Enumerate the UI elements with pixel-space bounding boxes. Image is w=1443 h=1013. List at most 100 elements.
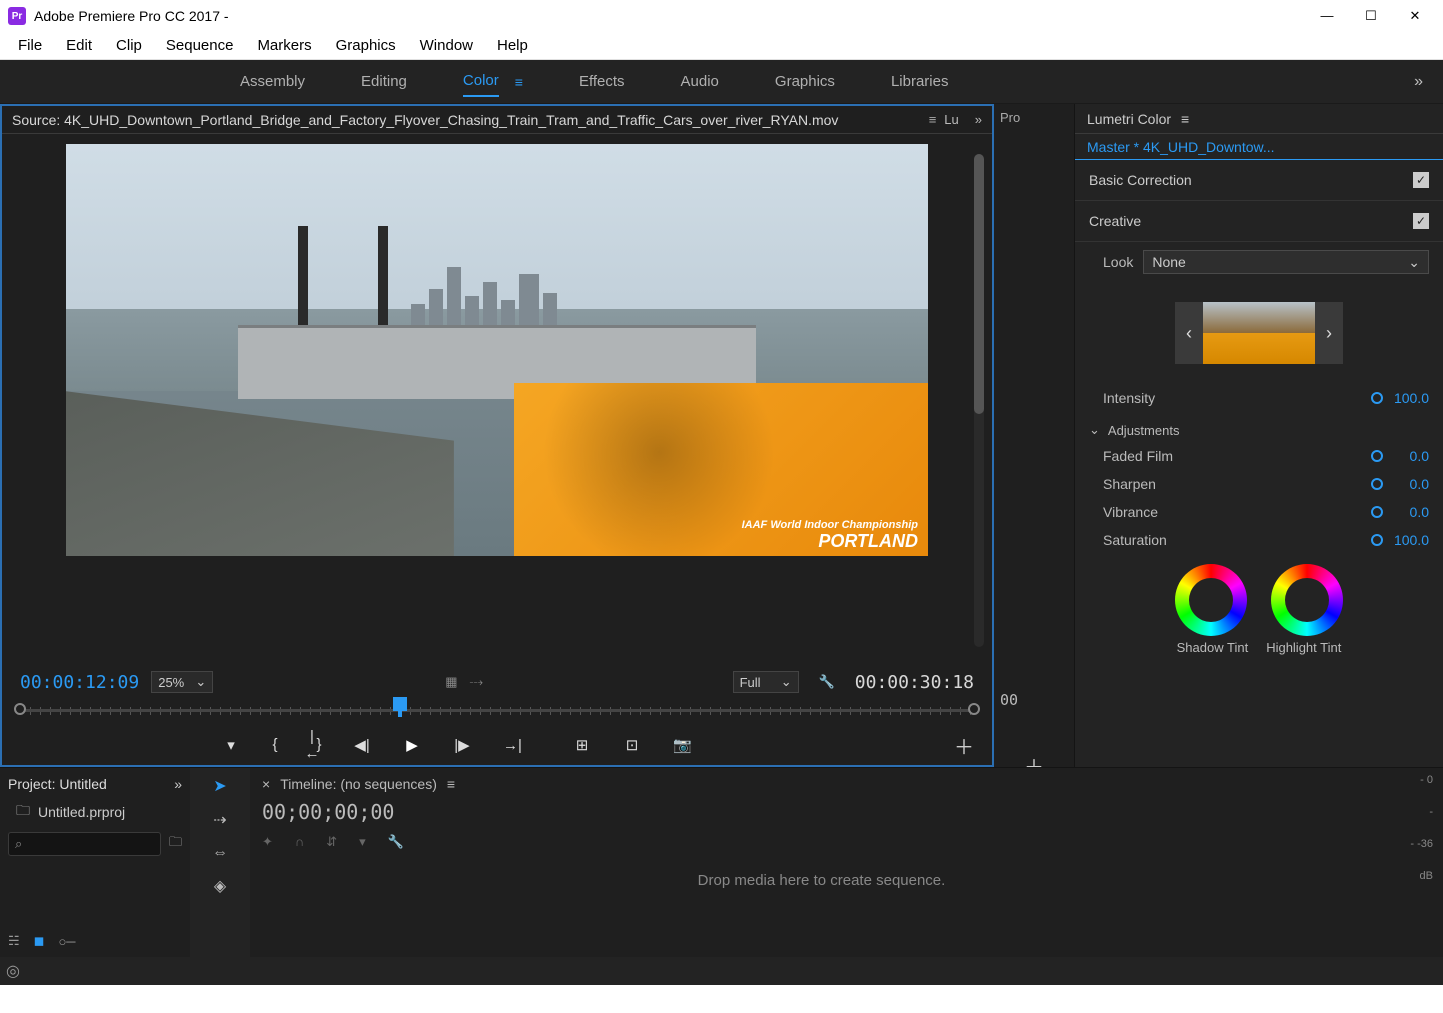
button-editor-icon[interactable]: ＋: [954, 731, 974, 760]
magnet-icon[interactable]: ∩: [295, 834, 304, 850]
highlight-tint-label: Highlight Tint: [1266, 640, 1341, 655]
menu-clip[interactable]: Clip: [106, 34, 152, 57]
video-monitor[interactable]: IAAF World Indoor Championship PORTLAND: [2, 134, 992, 667]
look-prev-button[interactable]: ‹: [1175, 302, 1203, 364]
slider-knob-icon[interactable]: [1371, 506, 1383, 518]
resolution-select[interactable]: Full⌄: [733, 671, 799, 693]
workspace-menu-icon[interactable]: ≡: [515, 74, 523, 90]
close-tab-icon[interactable]: ×: [262, 776, 270, 792]
workspace-graphics[interactable]: Graphics: [775, 67, 835, 96]
monitor-scrollbar[interactable]: [974, 154, 984, 647]
new-bin-icon[interactable]: 🗀: [169, 833, 182, 855]
lumetri-title[interactable]: Lumetri Color: [1087, 111, 1171, 127]
meter-scale-mid: -: [1429, 806, 1433, 818]
settings-wrench-icon[interactable]: 🔧: [819, 674, 835, 690]
minimize-button[interactable]: —: [1319, 8, 1335, 24]
slider-knob-icon[interactable]: [1371, 534, 1383, 546]
track-select-tool-icon[interactable]: ⇢: [213, 810, 226, 830]
workspace-effects[interactable]: Effects: [579, 67, 625, 96]
highlight-tint-wheel[interactable]: [1271, 564, 1343, 636]
project-panel: Project: Untitled » 🗀 Untitled.prproj ⌕ …: [0, 768, 190, 957]
menu-window[interactable]: Window: [410, 34, 483, 57]
list-view-icon[interactable]: ☵: [8, 933, 20, 949]
playhead[interactable]: [393, 697, 407, 711]
timeline-timecode[interactable]: 00;00;00;00: [262, 800, 1381, 824]
panel-menu-icon[interactable]: ≡: [929, 112, 937, 127]
hidden-tab-program[interactable]: Pro: [1000, 110, 1020, 125]
program-tc-fragment: 00: [1000, 691, 1068, 709]
adjustments-header[interactable]: ⌄ Adjustments: [1075, 412, 1443, 442]
filmstrip-icon[interactable]: ▦: [445, 674, 457, 690]
sharpen-value[interactable]: 0.0: [1389, 476, 1429, 492]
source-tab-title[interactable]: Source: 4K_UHD_Downtown_Portland_Bridge_…: [12, 112, 921, 128]
look-select[interactable]: None⌄: [1143, 250, 1429, 274]
menu-edit[interactable]: Edit: [56, 34, 102, 57]
selection-tool-icon[interactable]: ➤: [213, 776, 226, 796]
workspace-libraries[interactable]: Libraries: [891, 67, 949, 96]
maximize-button[interactable]: ☐: [1363, 8, 1379, 24]
export-frame-icon[interactable]: 📷: [673, 736, 691, 754]
vibrance-value[interactable]: 0.0: [1389, 504, 1429, 520]
marker-icon[interactable]: ▾: [359, 834, 366, 850]
step-forward-icon[interactable]: |▶: [453, 736, 471, 754]
mark-out-icon[interactable]: }: [310, 736, 328, 754]
workspace-audio[interactable]: Audio: [681, 67, 719, 96]
project-title[interactable]: Project: Untitled: [8, 776, 107, 792]
zoom-select[interactable]: 25%⌄: [151, 671, 213, 693]
faded-film-label: Faded Film: [1103, 448, 1173, 464]
panel-overflow-icon[interactable]: »: [174, 776, 182, 792]
out-handle[interactable]: [968, 703, 980, 715]
linked-selection-icon[interactable]: ⇵: [326, 834, 337, 850]
step-back-icon[interactable]: ◀|: [353, 736, 371, 754]
tab-overflow-icon[interactable]: »: [975, 112, 982, 127]
ripple-edit-tool-icon[interactable]: ⇔: [212, 844, 228, 862]
billboard-text-2: PORTLAND: [742, 531, 918, 552]
add-marker-icon[interactable]: ▾: [222, 736, 240, 754]
workspace-color[interactable]: Color: [463, 66, 499, 97]
hidden-tab-lumetri[interactable]: Lu: [944, 112, 958, 127]
panel-menu-icon[interactable]: ≡: [1181, 111, 1189, 127]
timeline-title[interactable]: Timeline: (no sequences): [280, 776, 437, 792]
overwrite-icon[interactable]: ⊡: [623, 736, 641, 754]
shadow-tint-wheel[interactable]: [1175, 564, 1247, 636]
fast-forward-icon[interactable]: ⤏: [470, 674, 484, 690]
intensity-value[interactable]: 100.0: [1389, 390, 1429, 406]
play-button[interactable]: ▶: [403, 736, 421, 754]
in-handle[interactable]: [14, 703, 26, 715]
icon-view-icon[interactable]: ◼: [34, 933, 45, 949]
look-next-button[interactable]: ›: [1315, 302, 1343, 364]
menu-file[interactable]: File: [8, 34, 52, 57]
menu-sequence[interactable]: Sequence: [156, 34, 244, 57]
close-button[interactable]: ✕: [1407, 8, 1423, 24]
snap-icon[interactable]: ✦: [262, 834, 273, 850]
go-to-out-icon[interactable]: →|: [503, 737, 521, 754]
creative-checkbox[interactable]: ✓: [1413, 213, 1429, 229]
lumetri-master-clip[interactable]: Master * 4K_UHD_Downtow...: [1075, 134, 1443, 160]
menu-graphics[interactable]: Graphics: [326, 34, 406, 57]
scrubber[interactable]: [2, 697, 992, 725]
freeform-view-icon[interactable]: ○─: [58, 934, 75, 949]
menu-help[interactable]: Help: [487, 34, 538, 57]
faded-film-value[interactable]: 0.0: [1389, 448, 1429, 464]
razor-tool-icon[interactable]: ◈: [214, 876, 226, 896]
saturation-value[interactable]: 100.0: [1389, 532, 1429, 548]
panel-menu-icon[interactable]: ≡: [447, 776, 455, 792]
mark-in-icon[interactable]: {: [266, 736, 284, 754]
settings-wrench-icon[interactable]: 🔧: [388, 834, 404, 850]
slider-knob-icon[interactable]: [1371, 478, 1383, 490]
basic-correction-checkbox[interactable]: ✓: [1413, 172, 1429, 188]
menu-markers[interactable]: Markers: [247, 34, 321, 57]
look-label: Look: [1103, 254, 1133, 270]
slider-knob-icon[interactable]: [1371, 392, 1383, 404]
workspace-assembly[interactable]: Assembly: [240, 67, 305, 96]
insert-icon[interactable]: ⊞: [573, 736, 591, 754]
project-search-input[interactable]: ⌕: [8, 832, 161, 856]
current-timecode[interactable]: 00:00:12:09: [20, 672, 139, 693]
workspace-editing[interactable]: Editing: [361, 67, 407, 96]
workspace-overflow-icon[interactable]: »: [1414, 73, 1423, 91]
slider-knob-icon[interactable]: [1371, 450, 1383, 462]
section-basic-correction[interactable]: Basic Correction ✓: [1075, 160, 1443, 201]
creative-cloud-icon[interactable]: ◎: [6, 961, 20, 981]
section-creative[interactable]: Creative ✓: [1075, 201, 1443, 242]
project-filename[interactable]: Untitled.prproj: [38, 804, 125, 820]
